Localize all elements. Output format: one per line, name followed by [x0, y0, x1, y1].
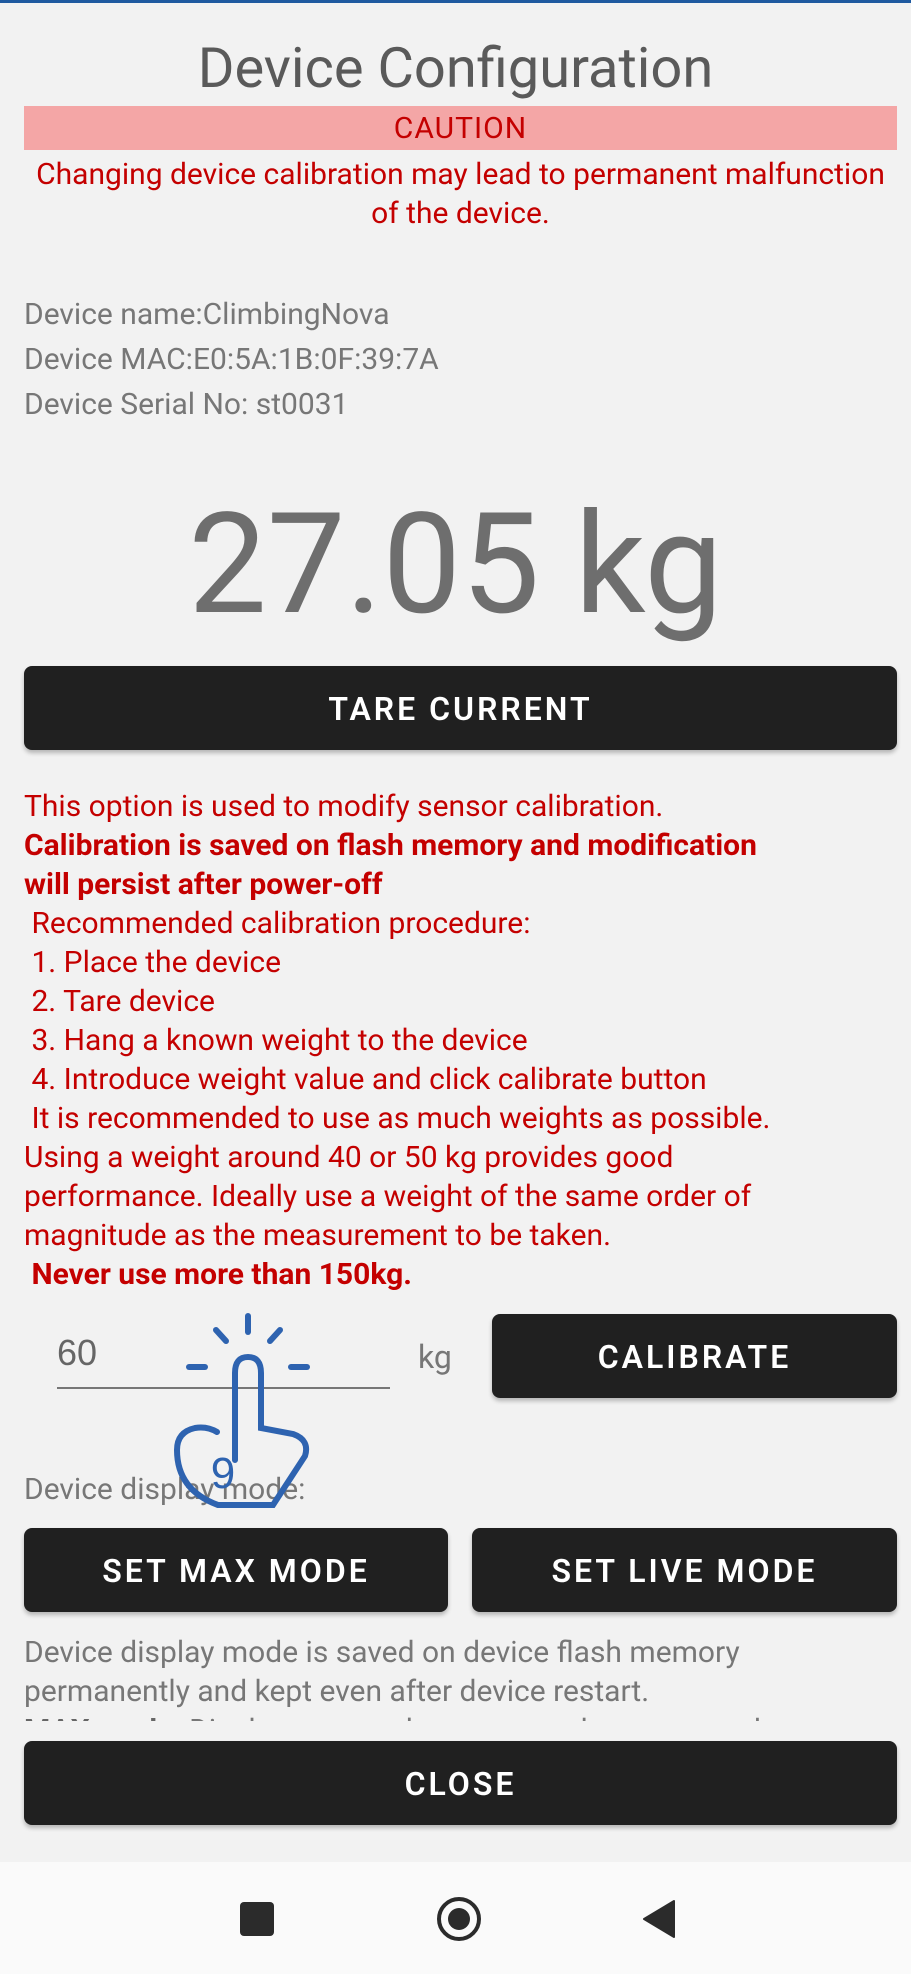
caution-banner: CAUTION — [24, 106, 897, 150]
calib-persist-line-1: Calibration is saved on flash memory and… — [24, 828, 757, 863]
mode-desc-line-3: MAX mode: Display screen shows max value… — [24, 1711, 894, 1721]
caution-text: Changing device calibration may lead to … — [36, 157, 885, 231]
tare-current-button[interactable]: TARE CURRENT — [24, 666, 897, 750]
calib-never-warning: Never use more than 150kg. — [24, 1257, 412, 1292]
weight-unit-label: kg — [418, 1338, 452, 1376]
weight-reading: 27.05 kg — [188, 483, 723, 647]
device-mac: Device MAC:E0:5A:1B:0F:39:7A — [24, 342, 439, 377]
device-serial: Device Serial No: st0031 — [24, 387, 349, 422]
calib-step-3: 3. Hang a known weight to the device — [24, 1023, 528, 1058]
calibration-instructions: This option is used to modify sensor cal… — [24, 787, 904, 1294]
set-live-mode-button[interactable]: SET LIVE MODE — [472, 1528, 897, 1612]
close-button[interactable]: CLOSE — [24, 1741, 897, 1825]
display-mode-label: Device display mode: — [24, 1472, 306, 1507]
mode-desc-line-2: permanently and kept even after device r… — [24, 1674, 650, 1709]
calibration-weight-field[interactable] — [57, 1325, 390, 1389]
max-mode-desc: Display screen shows max value measured — [182, 1713, 761, 1721]
calib-intro: This option is used to modify sensor cal… — [24, 789, 664, 824]
display-mode-description: Device display mode is saved on device f… — [24, 1633, 894, 1721]
max-mode-term: MAX mode: — [24, 1713, 182, 1721]
calib-step-2: 2. Tare device — [24, 984, 215, 1019]
square-icon[interactable] — [240, 1902, 274, 1936]
calib-recommended: Recommended calibration procedure: — [24, 906, 531, 941]
back-triangle-icon[interactable] — [640, 1898, 680, 1940]
mode-desc-line-1: Device display mode is saved on device f… — [24, 1635, 740, 1670]
status-strip — [0, 0, 911, 3]
calib-step-4: 4. Introduce weight value and click cali… — [24, 1062, 707, 1097]
calib-step-1: 1. Place the device — [24, 945, 282, 980]
page-title: Device Configuration — [197, 35, 714, 101]
calib-note-2: Using a weight around 40 or 50 kg provid… — [24, 1140, 674, 1175]
calib-note-4: magnitude as the measurement to be taken… — [24, 1218, 611, 1253]
calib-note-3: performance. Ideally use a weight of the… — [24, 1179, 752, 1214]
calibrate-button[interactable]: CALIBRATE — [492, 1314, 897, 1398]
set-max-mode-button[interactable]: SET MAX MODE — [24, 1528, 448, 1612]
home-circle-icon[interactable] — [435, 1895, 483, 1943]
calib-note-1: It is recommended to use as much weights… — [24, 1101, 771, 1136]
device-name: Device name:ClimbingNova — [24, 297, 390, 332]
calib-persist-line-2: will persist after power-off — [24, 867, 383, 902]
calibration-weight-input[interactable] — [57, 1325, 390, 1381]
